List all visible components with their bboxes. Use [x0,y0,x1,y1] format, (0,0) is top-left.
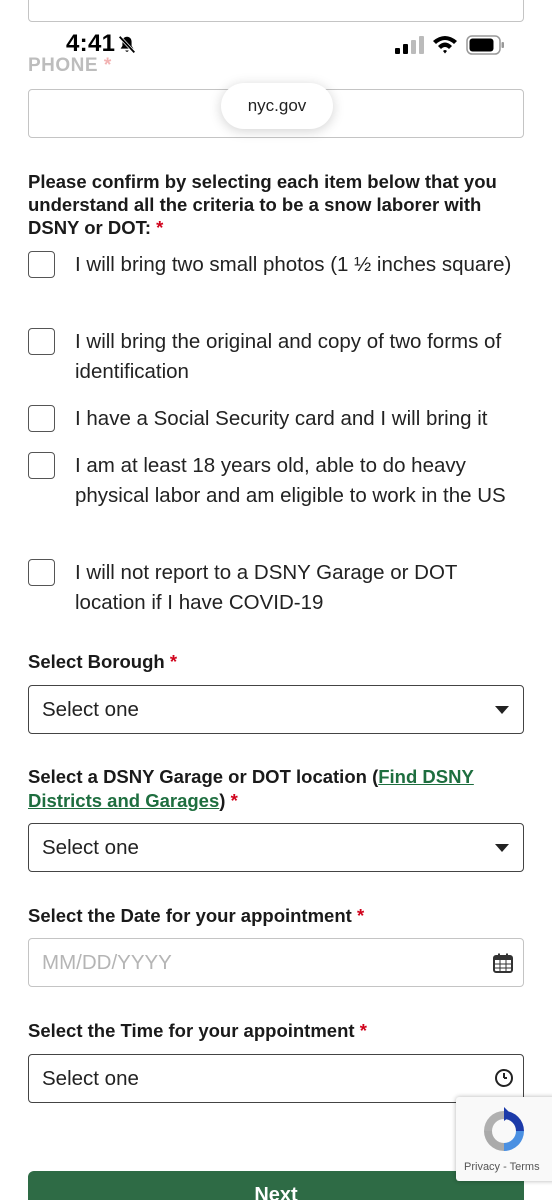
confirm-prompt-text: Please confirm by selecting each item be… [28,171,497,238]
status-time: 4:41 [66,30,116,57]
required-mark: * [169,651,178,672]
recaptcha-logo-icon [484,1107,524,1151]
checkbox[interactable] [28,405,55,432]
time-label: Select the Time for your appointment * [28,1019,528,1043]
url-text: nyc.gov [247,96,307,115]
confirm-prompt: Please confirm by selecting each item be… [28,170,528,239]
location-select[interactable]: Select one [28,823,524,872]
required-mark: * [356,905,365,926]
clock-icon [495,1069,513,1087]
borough-label-text: Select Borough [28,651,165,672]
checkbox-label: I have a Social Security card and I will… [75,407,488,430]
borough-label: Select Borough * [28,650,528,674]
date-label-text: Select the Date for your appointment [28,905,352,926]
time-select[interactable]: Select one [28,1054,524,1103]
time-label-text: Select the Time for your appointment [28,1020,355,1041]
time-select-value: Select one [42,1067,139,1090]
date-input[interactable]: MM/DD/YYYY [28,938,524,987]
location-select-value: Select one [42,836,139,859]
caret-down-icon [495,844,509,852]
cellular-signal-icon [395,36,424,54]
date-placeholder: MM/DD/YYYY [42,951,172,974]
calendar-icon[interactable] [492,952,514,974]
checkbox-label: I am at least 18 years old, able to do h… [75,454,506,507]
recaptcha-badge[interactable]: Privacy - Terms [456,1097,552,1181]
phone-label-text: PHONE [28,55,99,76]
caret-down-icon [495,706,509,714]
location-label-suffix: ) [219,790,226,811]
required-mark: * [103,55,112,76]
required-mark: * [359,1020,367,1041]
location-label: Select a DSNY Garage or DOT location (Fi… [28,765,528,813]
checkbox[interactable] [28,328,55,355]
checkbox-label: I will not report to a DSNY Garage or DO… [75,561,458,614]
checkbox[interactable] [28,452,55,479]
next-button-label: Next [254,1184,298,1200]
recaptcha-privacy-terms-link[interactable]: Privacy - Terms [464,1161,540,1173]
bell-muted-icon [118,35,136,54]
checkbox[interactable] [28,559,55,586]
wifi-icon [433,36,457,54]
borough-select-value: Select one [42,698,139,721]
checkbox-label: I will bring the original and copy of tw… [75,330,502,383]
phone-label: PHONE * [28,55,112,77]
status-bar: 4:41 [0,0,552,62]
date-label: Select the Date for your appointment * [28,904,528,928]
next-button[interactable]: Next [28,1171,524,1200]
borough-select[interactable]: Select one [28,685,524,734]
required-mark: * [230,790,238,811]
required-mark: * [156,217,164,238]
location-label-text: Select a DSNY Garage or DOT location ( [28,766,379,787]
checkbox[interactable] [28,251,55,278]
battery-icon [466,35,504,55]
url-bar[interactable]: nyc.gov [221,83,333,129]
checkbox-label: I will bring two small photos (1 ½ inche… [75,253,512,276]
